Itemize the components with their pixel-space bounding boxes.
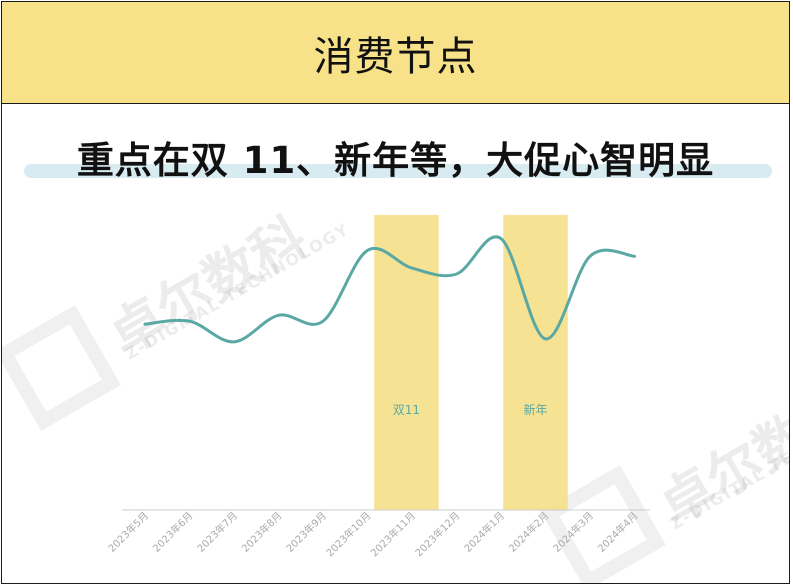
x-tick-label: 2023年10月 [323,509,373,559]
x-tick-label: 2023年5月 [105,509,151,555]
line-chart: 双11 新年 2023年5月 2023年6月 2023年7月 2023年8月 2023年9月… [105,215,650,559]
x-tick-label: 2024年1月 [461,509,507,555]
highlight-band-label: 双11 [393,403,420,417]
x-tick-label: 2024年3月 [550,509,596,555]
x-tick-label: 2023年9月 [283,509,329,555]
x-tick-label: 2023年12月 [412,509,462,559]
x-tick-label: 2023年6月 [150,509,196,555]
chart-card: 消费节点 重点在双 11、新年等，大促心智明显 卓尔数科 Z-DIGITAL T… [1,1,790,584]
x-tick-label: 2024年4月 [595,509,641,555]
x-tick-label: 2023年11月 [368,509,418,559]
highlight-band-label: 新年 [523,402,547,417]
x-tick-label: 2023年7月 [194,509,240,555]
highlight-band [374,215,439,510]
x-tick-label: 2024年2月 [506,509,552,555]
x-tick-label: 2023年8月 [239,509,285,555]
